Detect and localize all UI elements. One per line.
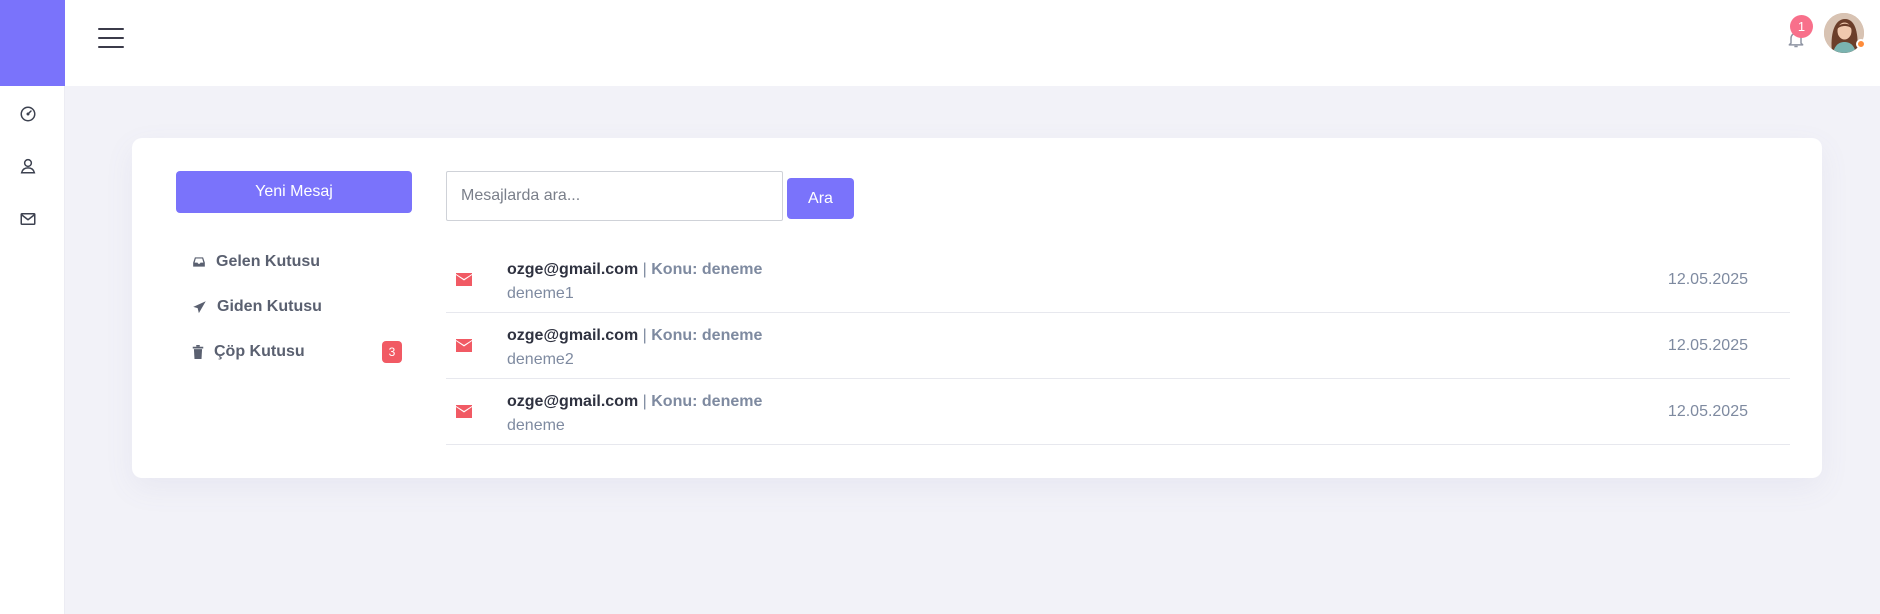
message-row[interactable]: ozge@gmail.com | Konu: deneme deneme2 12… bbox=[446, 313, 1790, 379]
message-sender: ozge@gmail.com bbox=[507, 327, 639, 344]
envelope-icon bbox=[456, 405, 472, 418]
folder-label: Çöp Kutusu bbox=[214, 343, 305, 360]
search-input[interactable] bbox=[446, 171, 783, 221]
folder-label: Gelen Kutusu bbox=[216, 253, 321, 270]
message-separator: | bbox=[642, 327, 647, 344]
message-preview: deneme1 bbox=[507, 285, 574, 302]
trash-icon bbox=[192, 345, 204, 359]
folder-trash[interactable]: Çöp Kutusu 3 bbox=[192, 340, 402, 364]
dashboard-gauge-icon[interactable] bbox=[16, 102, 40, 126]
message-date: 12.05.2025 bbox=[1667, 337, 1748, 354]
message-sender: ozge@gmail.com bbox=[507, 393, 639, 410]
menu-toggle-icon[interactable] bbox=[98, 28, 124, 52]
message-date: 12.05.2025 bbox=[1667, 403, 1748, 420]
message-subject: Konu: deneme bbox=[651, 327, 763, 344]
message-subject: Konu: deneme bbox=[651, 261, 763, 278]
mail-card: Yeni Mesaj Gelen Kutusu Giden Kutusu Çöp… bbox=[132, 138, 1822, 478]
message-separator: | bbox=[642, 393, 647, 410]
message-header: ozge@gmail.com | Konu: deneme bbox=[507, 261, 762, 279]
notification-badge: 1 bbox=[1790, 15, 1813, 38]
sidebar-brand bbox=[0, 0, 65, 86]
paper-plane-icon bbox=[193, 300, 206, 313]
user-icon[interactable] bbox=[16, 154, 40, 178]
message-sender: ozge@gmail.com bbox=[507, 261, 639, 278]
new-message-button[interactable]: Yeni Mesaj bbox=[176, 171, 412, 213]
folder-label: Giden Kutusu bbox=[217, 298, 322, 315]
message-row[interactable]: ozge@gmail.com | Konu: deneme deneme 12.… bbox=[446, 379, 1790, 445]
envelope-icon bbox=[456, 273, 472, 286]
folder-inbox[interactable]: Gelen Kutusu bbox=[192, 250, 402, 274]
message-preview: deneme2 bbox=[507, 351, 574, 368]
trash-count-badge: 3 bbox=[382, 341, 402, 363]
search-button[interactable]: Ara bbox=[787, 178, 854, 219]
message-subject: Konu: deneme bbox=[651, 393, 763, 410]
sidebar bbox=[0, 0, 65, 614]
message-preview: deneme bbox=[507, 417, 565, 434]
mail-icon[interactable] bbox=[16, 207, 40, 231]
topbar: 1 bbox=[65, 0, 1880, 86]
envelope-icon bbox=[456, 339, 472, 352]
status-dot bbox=[1856, 39, 1866, 49]
folder-sent[interactable]: Giden Kutusu bbox=[192, 295, 402, 319]
message-separator: | bbox=[642, 261, 647, 278]
message-date: 12.05.2025 bbox=[1667, 271, 1748, 288]
inbox-icon bbox=[193, 257, 205, 267]
message-row[interactable]: ozge@gmail.com | Konu: deneme deneme1 12… bbox=[446, 247, 1790, 313]
message-header: ozge@gmail.com | Konu: deneme bbox=[507, 327, 762, 345]
message-header: ozge@gmail.com | Konu: deneme bbox=[507, 393, 762, 411]
